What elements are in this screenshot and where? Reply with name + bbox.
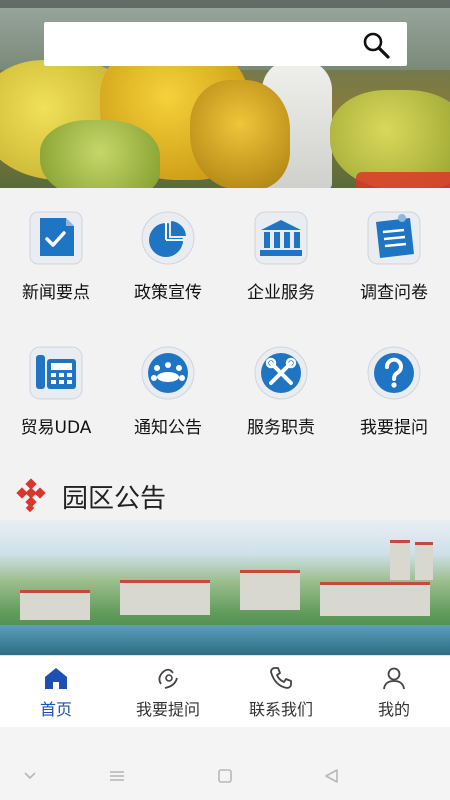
clipboard-list-icon	[367, 211, 421, 265]
grid-item-policy[interactable]: 政策宣传	[112, 208, 224, 303]
back-triangle-icon[interactable]	[323, 769, 341, 783]
grid-item-duty[interactable]: 服务职责	[225, 343, 337, 438]
grid-item-enterprise[interactable]: 企业服务	[225, 208, 337, 303]
grid-item-trade[interactable]: 贸易UDA	[0, 343, 112, 438]
search-input[interactable]	[44, 22, 354, 66]
question-icon	[367, 346, 421, 400]
home-icon	[45, 668, 67, 689]
nav-label: 我要提问	[135, 700, 200, 719]
grid-item-label: 调查问卷	[360, 283, 428, 303]
grid-item-ask[interactable]: 我要提问	[338, 343, 450, 438]
grid-item-label: 通知公告	[134, 418, 202, 438]
park-aerial-image[interactable]	[0, 520, 450, 655]
grid-item-label: 我要提问	[360, 418, 428, 438]
diamond-cluster-icon	[16, 478, 46, 513]
search-icon[interactable]	[361, 30, 391, 60]
tools-icon	[254, 346, 308, 400]
nav-mine[interactable]: 我的	[338, 656, 450, 728]
nav-label: 联系我们	[248, 700, 313, 719]
ask-icon	[158, 668, 178, 689]
nav-ask[interactable]: 我要提问	[112, 656, 224, 728]
grid-item-label: 服务职责	[247, 418, 315, 438]
grid-item-notice[interactable]: 通知公告	[112, 343, 224, 438]
chevron-down-icon[interactable]	[21, 769, 39, 783]
grid-item-label: 企业服务	[247, 283, 315, 303]
park-river	[0, 625, 450, 655]
banner-logo	[356, 172, 450, 188]
phone-icon	[270, 667, 292, 689]
section-title: 园区公告	[62, 483, 167, 514]
system-nav-bar	[0, 727, 450, 800]
bank-building-icon	[254, 211, 308, 265]
home-square-icon[interactable]	[216, 769, 234, 783]
bottom-nav: 首页 我要提问 联系我们 我的	[0, 655, 450, 727]
status-bar	[0, 0, 450, 8]
meeting-table-icon	[141, 346, 195, 400]
grid-item-label: 政策宣传	[134, 283, 202, 303]
section-header-park-notice: 园区公告	[12, 476, 166, 516]
grid-item-news[interactable]: 新闻要点	[0, 208, 112, 303]
grid-item-label: 贸易UDA	[20, 418, 92, 438]
nav-home[interactable]: 首页	[0, 656, 112, 728]
menu-icon[interactable]	[108, 769, 126, 783]
grid-item-survey[interactable]: 调查问卷	[338, 208, 450, 303]
nav-contact[interactable]: 联系我们	[225, 656, 337, 728]
nav-label: 首页	[39, 700, 72, 719]
pie-chart-icon	[141, 211, 195, 265]
news-check-icon	[29, 211, 83, 265]
nav-label: 我的	[377, 700, 410, 719]
fax-phone-icon	[29, 346, 83, 400]
user-icon	[383, 667, 405, 690]
search-box[interactable]	[44, 22, 407, 66]
grid-item-label: 新闻要点	[22, 283, 90, 303]
